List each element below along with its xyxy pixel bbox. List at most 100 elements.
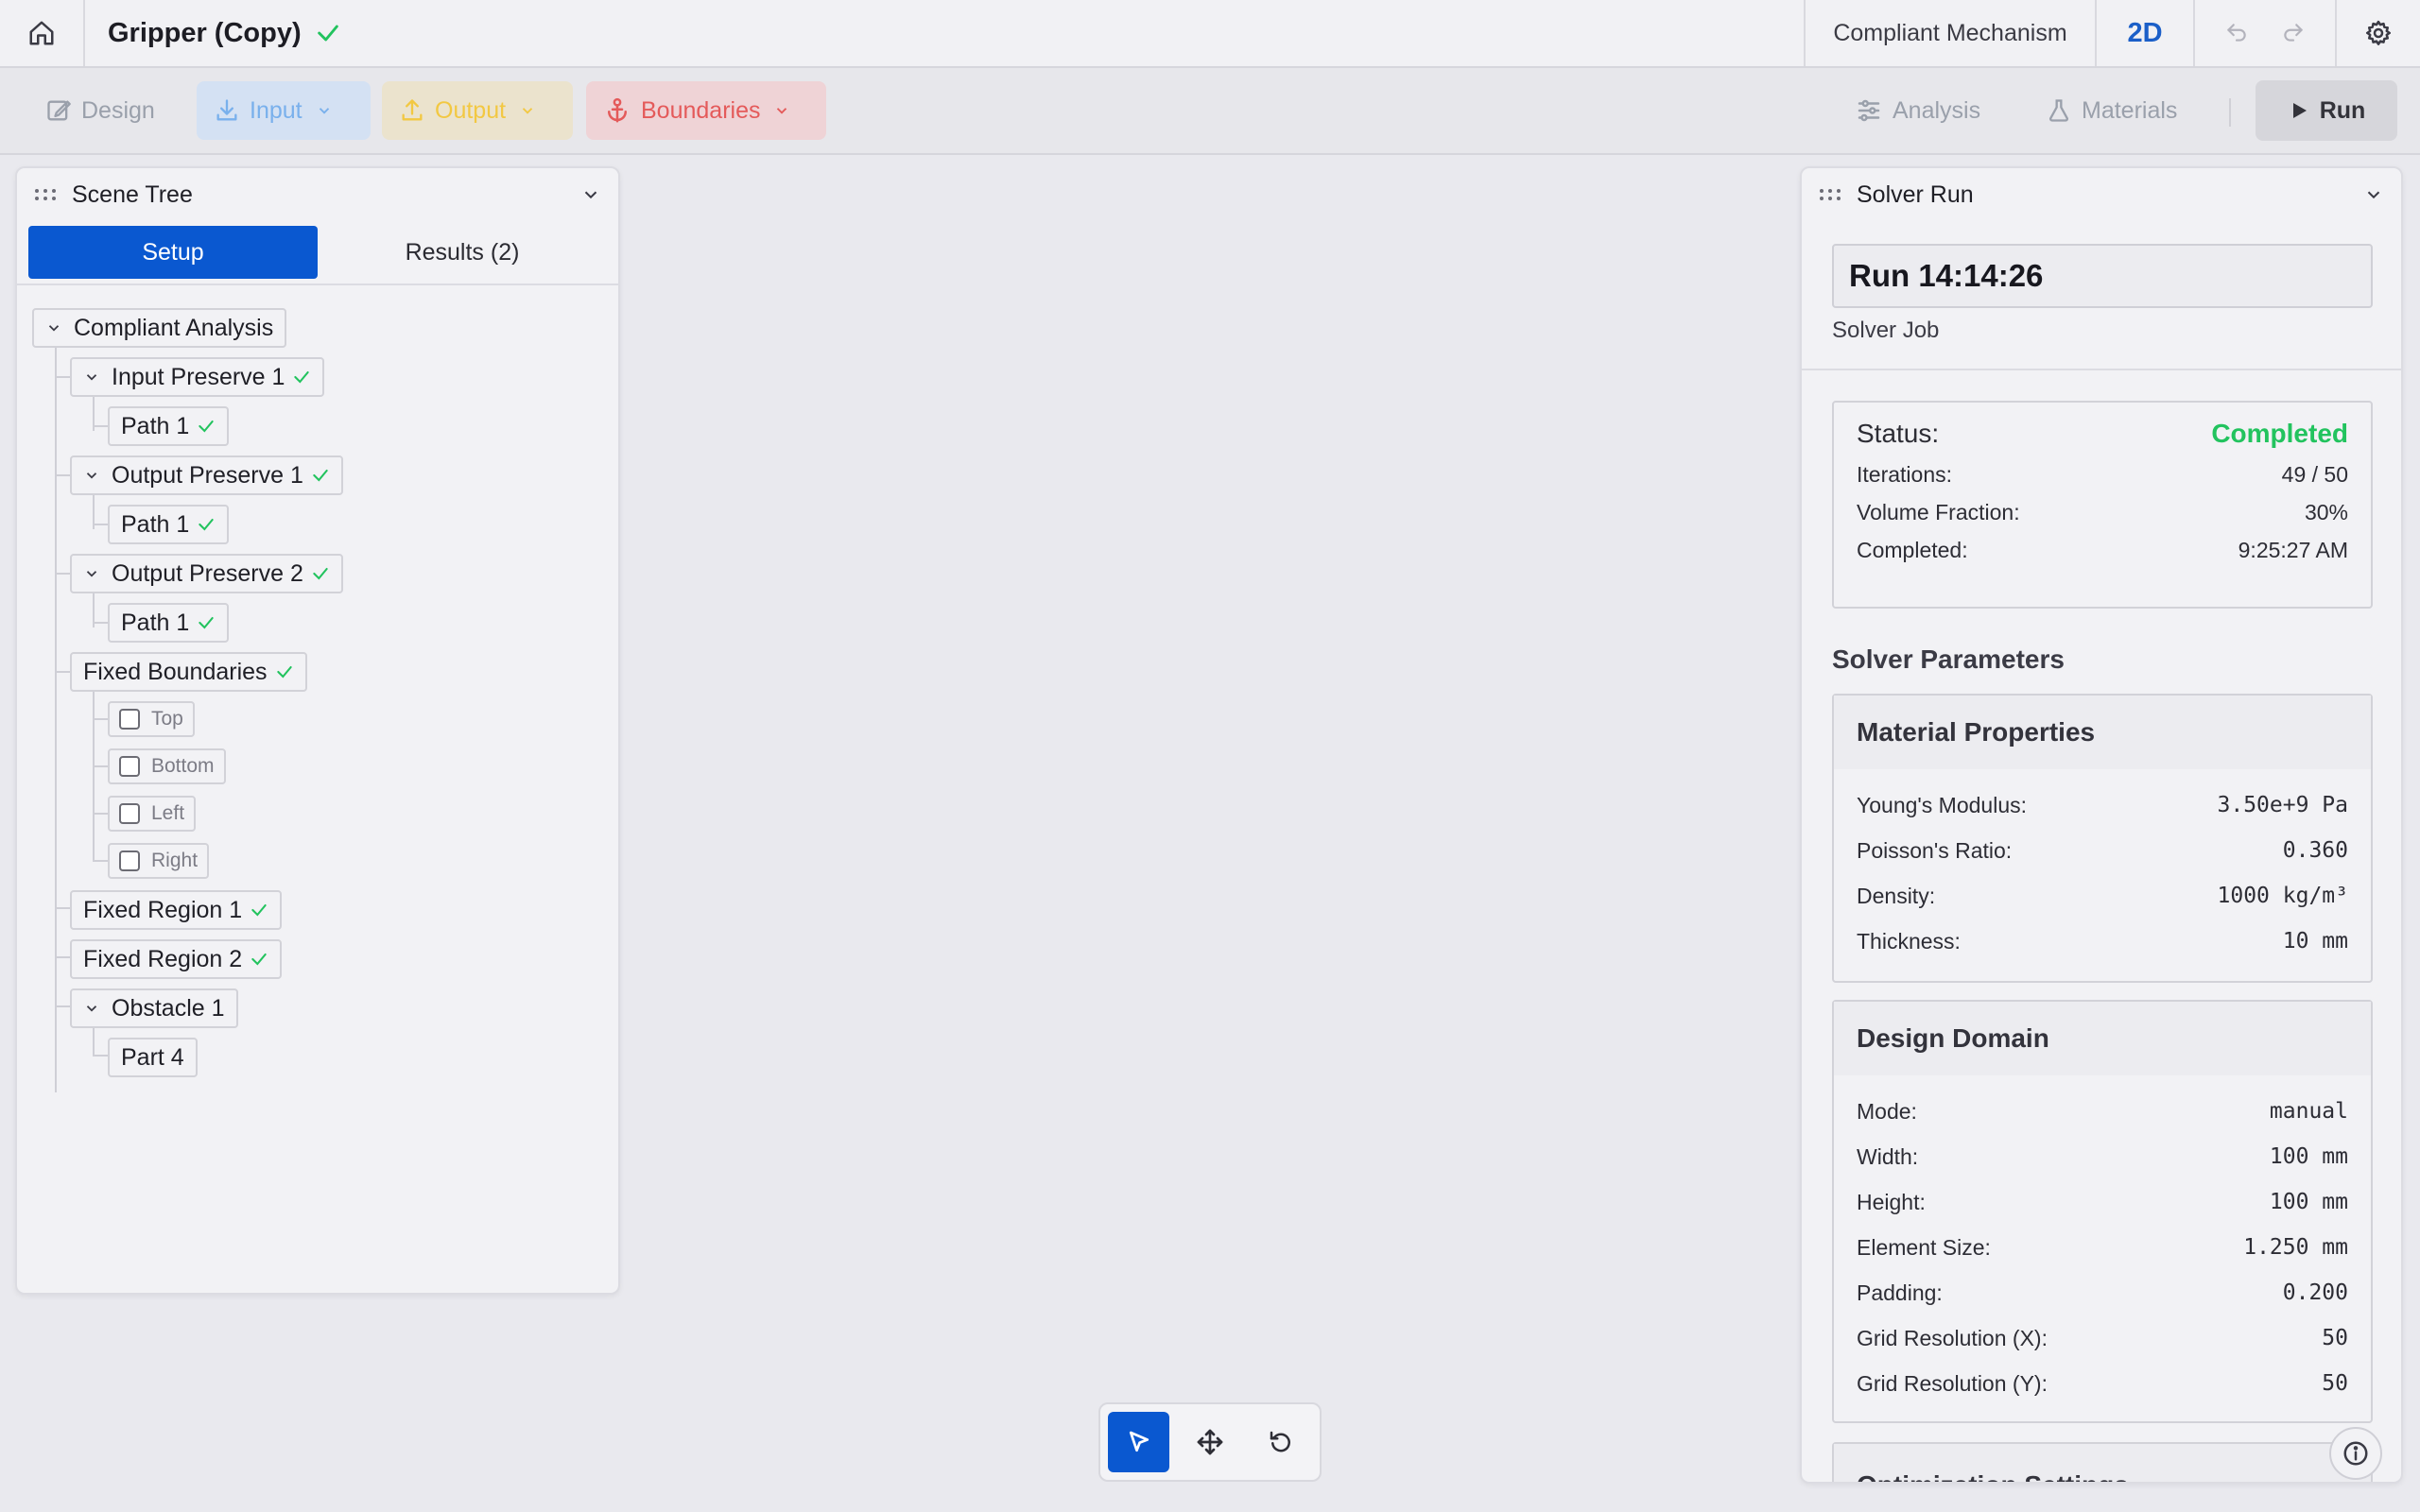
design-domain-title[interactable]: Design Domain (1834, 1002, 2371, 1075)
poisson-ratio-row: Poisson's Ratio: 0.360 (1834, 828, 2371, 873)
output-label: Output (435, 96, 507, 124)
select-tool-button[interactable] (1108, 1412, 1170, 1472)
solver-parameters-title: Solver Parameters (1832, 644, 2065, 674)
solver-run-title: Solver Run (1857, 180, 1974, 208)
drag-handle-icon[interactable] (34, 187, 57, 202)
tree-node-output-preserve-1[interactable]: Output Preserve 1 (70, 455, 343, 495)
analysis-button[interactable]: Analysis (1838, 81, 1997, 140)
document-title[interactable]: Gripper (Copy) (108, 18, 302, 49)
tree-node-label: Part 4 (121, 1043, 184, 1071)
settings-button[interactable] (2335, 0, 2420, 66)
iterations-row: Iterations: 49 / 50 (1834, 455, 2371, 493)
scene-tree-title: Scene Tree (72, 180, 193, 208)
tree-connector (93, 669, 95, 860)
chevron-down-icon[interactable] (580, 184, 601, 205)
chevron-down-icon[interactable] (83, 467, 100, 484)
tree-node-fixed-boundaries[interactable]: Fixed Boundaries (70, 652, 307, 692)
checkbox[interactable] (119, 709, 140, 730)
undo-icon[interactable] (2224, 21, 2249, 45)
mechanism-mode-label[interactable]: Compliant Mechanism (1804, 0, 2095, 66)
chevron-down-icon[interactable] (83, 369, 100, 386)
chevron-down-icon[interactable] (45, 319, 62, 336)
width-row: Width: 100 mm (1834, 1134, 2371, 1179)
tree-node-fixed-region-1[interactable]: Fixed Region 1 (70, 890, 283, 930)
tree-node-label: Path 1 (121, 510, 190, 538)
tree-node-obstacle[interactable]: Obstacle 1 (70, 988, 238, 1028)
check-icon (197, 417, 216, 436)
checkbox[interactable] (119, 803, 140, 824)
completed-value: 9:25:27 AM (2238, 537, 2348, 562)
boundary-left-checkbox[interactable]: Left (108, 796, 197, 832)
grid-resolution-x-label: Grid Resolution (X): (1857, 1325, 2048, 1350)
reset-view-button[interactable] (1251, 1412, 1312, 1472)
move-tool-button[interactable] (1179, 1412, 1240, 1472)
check-icon (197, 613, 216, 632)
tree-node-label: Path 1 (121, 412, 190, 439)
tree-node-input-preserve[interactable]: Input Preserve 1 (70, 357, 325, 397)
undo-redo-group (2193, 0, 2335, 66)
input-dropdown-button[interactable]: Input (197, 81, 371, 140)
tree-node-fixed-region-2[interactable]: Fixed Region 2 (70, 939, 283, 979)
play-icon (2292, 103, 2307, 118)
tree-node-output-path-2[interactable]: Path 1 (108, 603, 230, 643)
tree-node-output-preserve-2[interactable]: Output Preserve 2 (70, 554, 343, 593)
gear-icon (2366, 20, 2391, 45)
toolbar-divider (2229, 98, 2231, 127)
chevron-down-icon[interactable] (2363, 184, 2384, 205)
optimization-settings-title[interactable]: Optimization Settings (1834, 1444, 2371, 1482)
tab-results[interactable]: Results (2) (318, 226, 607, 279)
output-dropdown-button[interactable]: Output (382, 81, 573, 140)
boundary-top-checkbox[interactable]: Top (108, 701, 195, 737)
density-row: Density: 1000 kg/m³ (1834, 873, 2371, 919)
design-domain-card: Design Domain Mode: manual Width: 100 mm… (1832, 1000, 2373, 1423)
check-icon (275, 662, 294, 681)
checkbox[interactable] (119, 850, 140, 871)
boundary-bottom-checkbox[interactable]: Bottom (108, 748, 226, 784)
boundaries-dropdown-button[interactable]: Boundaries (586, 81, 826, 140)
thickness-value: 10 mm (2282, 929, 2348, 954)
height-label: Height: (1857, 1189, 1926, 1214)
drag-handle-icon[interactable] (1819, 187, 1841, 202)
move-icon (1197, 1429, 1223, 1455)
info-button[interactable] (2329, 1427, 2382, 1480)
padding-label: Padding: (1857, 1280, 1943, 1305)
materials-button[interactable]: Materials (2029, 81, 2194, 140)
input-label: Input (250, 96, 302, 124)
mode-value: manual (2269, 1099, 2348, 1124)
run-name-field[interactable]: Run 14:14:26 (1832, 244, 2373, 308)
solver-run-header[interactable]: Solver Run (1802, 168, 2401, 221)
tree-node-output-path-1[interactable]: Path 1 (108, 505, 230, 544)
run-subtitle: Solver Job (1832, 318, 1940, 343)
check-icon (250, 950, 268, 969)
tree-node-input-path[interactable]: Path 1 (108, 406, 230, 446)
top-bar: Gripper (Copy) Compliant Mechanism 2D (0, 0, 2420, 68)
sliders-icon (1858, 99, 1880, 122)
download-icon (216, 99, 237, 121)
element-size-value: 1.250 mm (2243, 1235, 2348, 1260)
width-value: 100 mm (2269, 1144, 2348, 1169)
thickness-label: Thickness: (1857, 928, 1961, 954)
poisson-ratio-label: Poisson's Ratio: (1857, 837, 2013, 863)
checkbox[interactable] (119, 756, 140, 777)
boundary-right-checkbox[interactable]: Right (108, 843, 210, 879)
youngs-modulus-label: Young's Modulus: (1857, 792, 2028, 817)
material-properties-title[interactable]: Material Properties (1834, 696, 2371, 769)
view-2d-toggle[interactable]: 2D (2095, 0, 2193, 66)
redo-icon[interactable] (2281, 21, 2306, 45)
design-button[interactable]: Design (28, 81, 172, 140)
tree-node-part[interactable]: Part 4 (108, 1038, 198, 1077)
home-button[interactable] (0, 0, 85, 66)
checkbox-label: Top (151, 708, 183, 730)
scene-tree-header[interactable]: Scene Tree (17, 168, 618, 221)
saved-check-icon (315, 20, 341, 46)
chevron-down-icon[interactable] (83, 565, 100, 582)
tree-node-label: Output Preserve 1 (112, 461, 303, 489)
run-button[interactable]: Run (2256, 80, 2397, 141)
tree-connector (55, 327, 57, 1092)
chevron-down-icon[interactable] (83, 1000, 100, 1017)
solver-run-panel: Solver Run Run 14:14:26 Solver Job Statu… (1800, 166, 2403, 1484)
check-icon (311, 564, 330, 583)
tree-node-label: Input Preserve 1 (112, 363, 285, 390)
tree-node-compliant-analysis[interactable]: Compliant Analysis (32, 308, 287, 348)
tab-setup[interactable]: Setup (28, 226, 318, 279)
